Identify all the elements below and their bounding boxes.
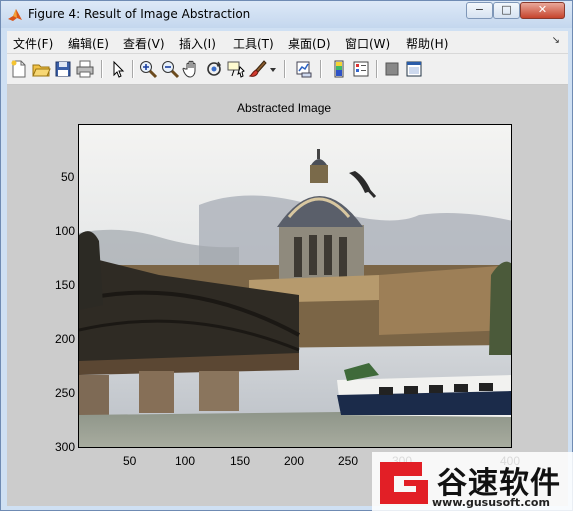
x-tick-100: 100	[175, 454, 196, 468]
zoom-in-icon[interactable]	[138, 59, 158, 79]
brush-dropdown-icon[interactable]	[268, 59, 278, 79]
close-button[interactable]: ✕	[520, 2, 565, 19]
y-tick-150: 150	[55, 278, 76, 292]
save-icon[interactable]	[53, 59, 73, 79]
menu-bar: 文件(F) 编辑(E) 查看(V) 插入(I) 工具(T) 桌面(D) 窗口(W…	[7, 31, 568, 54]
x-tick-250: 250	[338, 454, 359, 468]
link-plot-icon[interactable]	[294, 59, 314, 79]
axes-title: Abstracted Image	[237, 101, 332, 115]
y-tick-300: 300	[55, 440, 76, 454]
x-tick-150: 150	[230, 454, 251, 468]
y-tick-200: 200	[55, 332, 76, 346]
data-cursor-icon[interactable]	[226, 59, 246, 79]
hide-plot-tools-icon[interactable]	[382, 59, 402, 79]
toolbar-separator	[320, 60, 322, 78]
x-tick-200: 200	[284, 454, 305, 468]
x-tick-50: 50	[123, 454, 137, 468]
print-icon[interactable]	[75, 59, 95, 79]
menu-view[interactable]: 查看(V)	[123, 35, 165, 52]
insert-colorbar-icon[interactable]	[329, 59, 349, 79]
insert-legend-icon[interactable]	[351, 59, 371, 79]
edit-plot-arrow-icon[interactable]	[108, 59, 128, 79]
y-tick-50: 50	[61, 170, 75, 184]
watermark-url: www.gususoft.com	[432, 496, 550, 509]
new-figure-icon[interactable]	[9, 59, 29, 79]
menu-file[interactable]: 文件(F)	[13, 35, 53, 52]
menu-overflow-icon[interactable]: ↘	[552, 35, 560, 46]
toolbar-separator	[376, 60, 378, 78]
window-title: Figure 4: Result of Image Abstraction	[28, 7, 251, 21]
menu-help[interactable]: 帮助(H)	[406, 35, 448, 52]
show-plot-tools-icon[interactable]	[404, 59, 424, 79]
menu-desktop[interactable]: 桌面(D)	[288, 35, 331, 52]
menu-tools[interactable]: 工具(T)	[233, 35, 274, 52]
toolbar-separator	[101, 60, 103, 78]
open-file-icon[interactable]	[31, 59, 51, 79]
zoom-out-icon[interactable]	[160, 59, 180, 79]
matlab-logo-icon	[8, 9, 22, 21]
menu-insert[interactable]: 插入(I)	[179, 35, 216, 52]
minimize-button[interactable]: −	[466, 2, 493, 19]
image-axes[interactable]	[78, 124, 512, 448]
y-tick-100: 100	[55, 224, 76, 238]
rotate-3d-icon[interactable]	[204, 59, 224, 79]
toolbar-separator	[284, 60, 286, 78]
pan-hand-icon[interactable]	[182, 59, 202, 79]
y-tick-250: 250	[55, 386, 76, 400]
brush-icon[interactable]	[248, 59, 268, 79]
menu-edit[interactable]: 编辑(E)	[68, 35, 109, 52]
toolbar	[7, 54, 568, 85]
menu-window[interactable]: 窗口(W)	[345, 35, 390, 52]
title-bar[interactable]: Figure 4: Result of Image Abstraction − …	[1, 1, 572, 28]
abstracted-image	[79, 125, 511, 447]
toolbar-separator	[132, 60, 134, 78]
maximize-button[interactable]: □	[493, 2, 520, 19]
